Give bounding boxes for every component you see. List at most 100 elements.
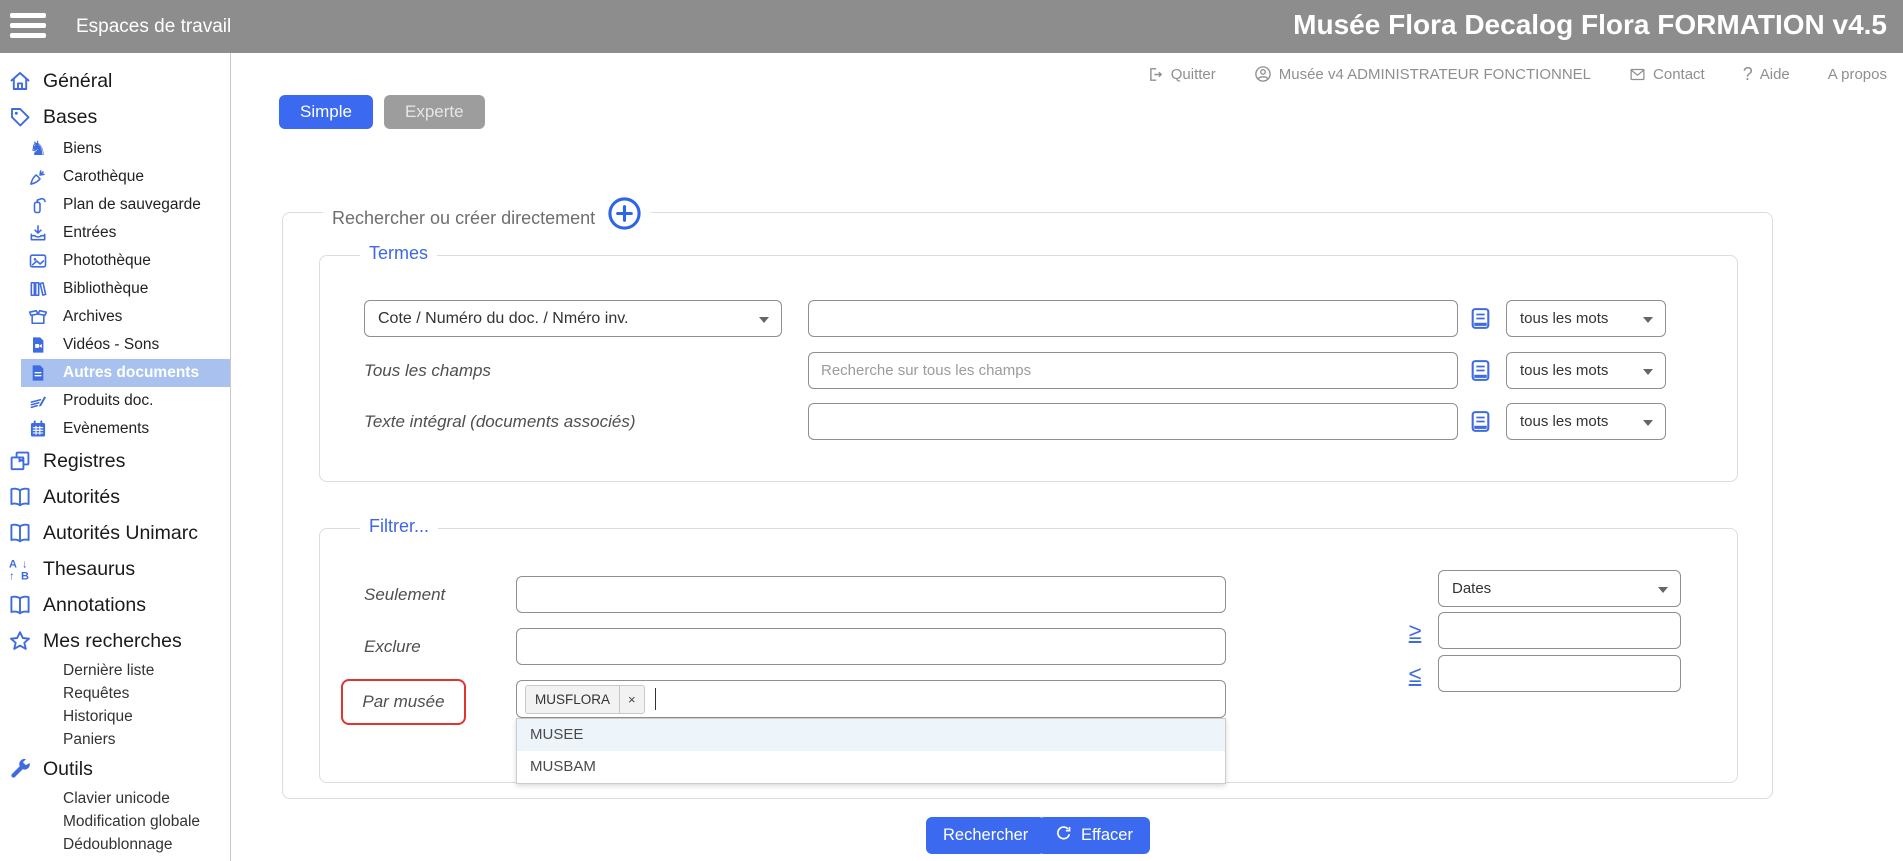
sidebar-item-label: Modification globale: [63, 813, 200, 831]
sidebar-item-bibliotheque[interactable]: Bibliothèque: [0, 275, 230, 303]
chevron-down-icon: [1643, 317, 1653, 323]
sidebar-item-carotheque[interactable]: Carothèque: [0, 163, 230, 191]
add-icon[interactable]: [607, 196, 642, 236]
logout-icon: [1147, 66, 1164, 83]
header-links: Quitter Musée v4 ADMINISTRATEUR FONCTION…: [232, 53, 1903, 95]
tab-simple[interactable]: Simple: [279, 95, 373, 129]
hamburger-menu-icon[interactable]: [10, 13, 46, 40]
termes-legend: Termes: [360, 243, 437, 264]
sidebar-item-label: Carothèque: [63, 168, 144, 186]
dates-select[interactable]: Dates: [1438, 570, 1681, 607]
sidebar-item-modification-globale[interactable]: Modification globale: [0, 810, 230, 833]
sidebar-item-registres[interactable]: Registres: [0, 443, 230, 479]
word-mode-value-2: tous les mots: [1520, 362, 1608, 379]
rechercher-button[interactable]: Rechercher: [926, 817, 1045, 854]
sidebar-item-outils[interactable]: Outils: [0, 751, 230, 787]
sidebar-item-label: Entrées: [63, 224, 116, 242]
cote-numero-input[interactable]: [808, 300, 1458, 337]
greater-equal-link[interactable]: ≥: [1398, 618, 1432, 644]
seulement-input[interactable]: [516, 576, 1226, 613]
sidebar-item-clavier-unicode[interactable]: Clavier unicode: [0, 787, 230, 810]
date-to-input[interactable]: [1438, 655, 1681, 692]
fulltext-label: Texte intégral (documents associés): [364, 403, 636, 440]
apropos-link[interactable]: A propos: [1828, 66, 1887, 83]
sidebar-item-autres-documents[interactable]: Autres documents: [21, 359, 230, 387]
sidebar-item-mes-recherches[interactable]: Mes recherches: [0, 623, 230, 659]
sidebar-item-plan-de-sauvegarde[interactable]: Plan de sauvegarde: [0, 191, 230, 219]
text-cursor: [655, 688, 657, 710]
sidebar-item-videos-sons[interactable]: Vidéos - Sons: [0, 331, 230, 359]
filtrer-legend: Filtrer...: [360, 516, 438, 537]
all-fields-input[interactable]: [808, 352, 1458, 389]
fulltext-input[interactable]: [808, 403, 1458, 440]
sidebar-item-label: Thesaurus: [43, 558, 135, 581]
sidebar-item-evenements[interactable]: Evènements: [0, 415, 230, 443]
book-open-icon: [6, 521, 34, 545]
sidebar-item-general[interactable]: Général: [0, 63, 230, 99]
chevron-down-icon: [1643, 420, 1653, 426]
wrench-icon: [6, 757, 34, 781]
exclure-input[interactable]: [516, 628, 1226, 665]
sidebar-item-label: Produits doc.: [63, 392, 153, 410]
sidebar-item-label: Clavier unicode: [63, 790, 170, 808]
sidebar-item-label: Requêtes: [63, 685, 129, 703]
word-mode-select-1[interactable]: tous les mots: [1506, 300, 1666, 337]
sidebar-item-label: Plan de sauvegarde: [63, 196, 201, 214]
remove-tag-icon[interactable]: ×: [619, 686, 644, 713]
sidebar-item-entrees[interactable]: Entrées: [0, 219, 230, 247]
suggestion-musbam[interactable]: MUSBAM: [517, 751, 1225, 783]
date-from-input[interactable]: [1438, 612, 1681, 649]
user-menu[interactable]: Musée v4 ADMINISTRATEUR FONCTIONNEL: [1254, 65, 1591, 83]
sidebar-item-autorites-unimarc[interactable]: Autorités Unimarc: [0, 515, 230, 551]
field-type-select[interactable]: Cote / Numéro du doc. / Nméro inv.: [364, 300, 782, 337]
sidebar-item-archives[interactable]: Archives: [0, 303, 230, 331]
svg-text:B: B: [21, 571, 29, 582]
word-mode-select-3[interactable]: tous les mots: [1506, 403, 1666, 440]
sidebar-item-derniere-liste[interactable]: Dernière liste: [0, 659, 230, 682]
books-icon: [27, 279, 49, 299]
exclure-label: Exclure: [364, 628, 421, 665]
sidebar-item-annotations[interactable]: Annotations: [0, 587, 230, 623]
sidebar-item-label: Autres documents: [63, 364, 199, 382]
sidebar-item-autorites[interactable]: Autorités: [0, 479, 230, 515]
sidebar-item-produits-doc[interactable]: Produits doc.: [0, 387, 230, 415]
word-mode-value-1: tous les mots: [1520, 310, 1608, 327]
sidebar-item-label: Général: [43, 70, 112, 93]
suggestion-musee[interactable]: MUSEE: [517, 719, 1225, 751]
index-book-icon[interactable]: [1468, 306, 1493, 331]
sidebar-item-label: Vidéos - Sons: [63, 336, 159, 354]
field-type-value: Cote / Numéro du doc. / Nméro inv.: [378, 310, 628, 328]
sidebar-item-phototheque[interactable]: Photothèque: [0, 247, 230, 275]
aide-link[interactable]: ? Aide: [1743, 64, 1790, 85]
sidebar-item-requetes[interactable]: Requêtes: [0, 682, 230, 705]
less-equal-link[interactable]: ≤: [1398, 661, 1432, 687]
index-book-icon[interactable]: [1468, 409, 1493, 434]
sidebar-item-label: Annotations: [43, 594, 146, 617]
registers-icon: [6, 449, 34, 473]
sidebar-item-biens[interactable]: ♞Biens: [0, 135, 230, 163]
tab-experte[interactable]: Experte: [384, 95, 485, 129]
dates-select-value: Dates: [1452, 580, 1491, 597]
sidebar-item-bases[interactable]: Bases: [0, 99, 230, 135]
effacer-button[interactable]: Effacer: [1038, 817, 1150, 854]
sidebar-item-thesaurus[interactable]: A↓↑BThesaurus: [0, 551, 230, 587]
sidebar-item-label: Autorités: [43, 486, 120, 509]
sidebar-item-label: Biens: [63, 140, 102, 158]
writing-icon: [27, 391, 49, 411]
word-mode-select-2[interactable]: tous les mots: [1506, 352, 1666, 389]
contact-link[interactable]: Contact: [1629, 66, 1705, 83]
sidebar-item-label: Bibliothèque: [63, 280, 148, 298]
sidebar-item-paniers[interactable]: Paniers: [0, 728, 230, 751]
svg-text:↑: ↑: [9, 571, 15, 582]
quitter-link[interactable]: Quitter: [1147, 66, 1216, 83]
sidebar-item-historique[interactable]: Historique: [0, 705, 230, 728]
sidebar-item-dedoublonnage[interactable]: Dédoublonnage: [0, 833, 230, 856]
sidebar-item-label: Autorités Unimarc: [43, 522, 198, 545]
search-create-legend: Rechercher ou créer directement: [332, 208, 595, 229]
chevron-down-icon: [1658, 587, 1668, 593]
seulement-label: Seulement: [364, 576, 445, 613]
inbox-download-icon: [27, 223, 49, 243]
sidebar: Général Bases♞Biens Carothèque Plan de sauv…: [0, 53, 231, 861]
par-musee-tag-input[interactable]: MUSFLORA ×: [516, 680, 1226, 718]
index-book-icon[interactable]: [1468, 358, 1493, 383]
